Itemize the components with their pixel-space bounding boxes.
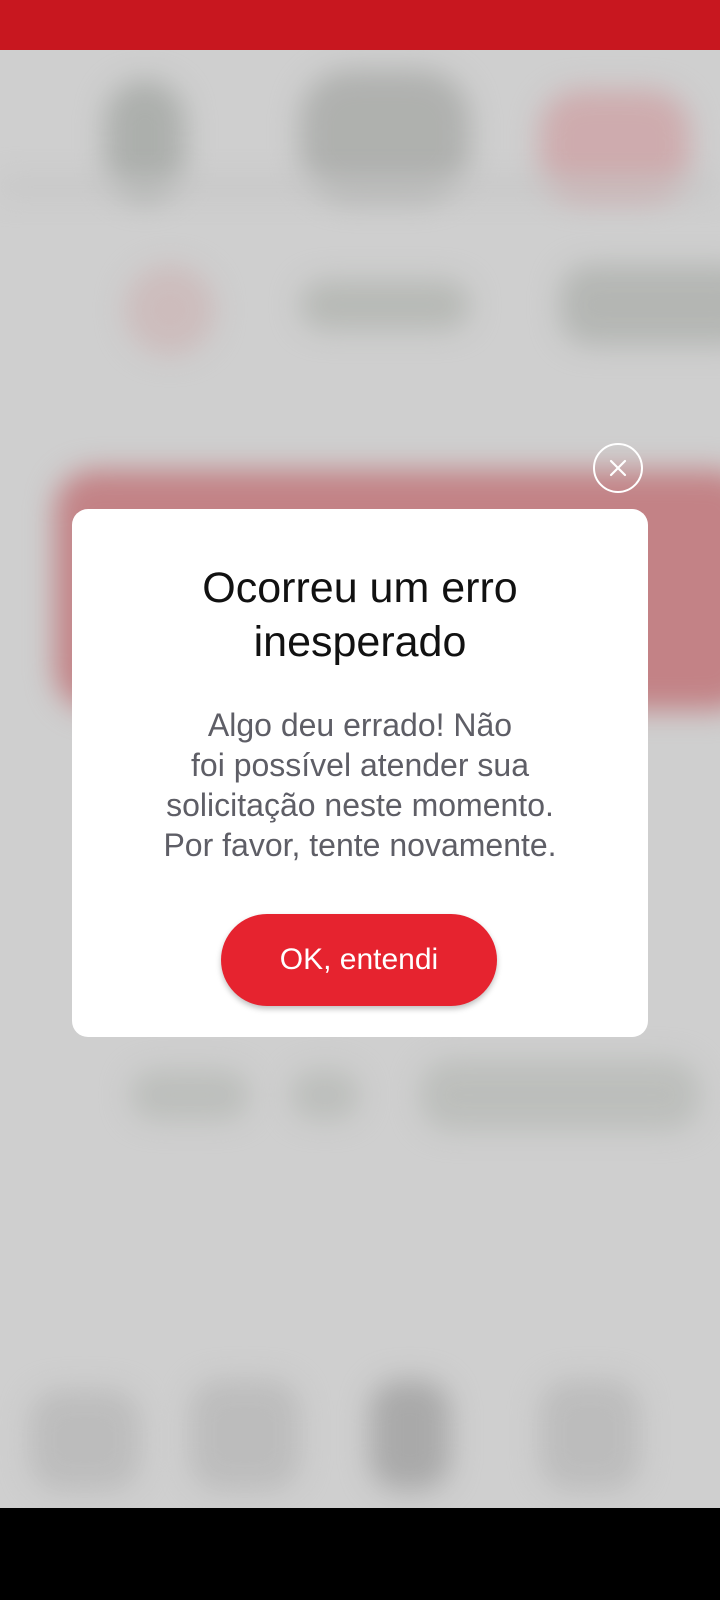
dialog-title-line: inesperado bbox=[253, 618, 467, 666]
dialog-message-line: foi possível atender sua bbox=[191, 747, 529, 783]
dialog-message-line: solicitação neste momento. bbox=[166, 787, 554, 823]
ok-button[interactable]: OK, entendi bbox=[221, 914, 497, 1006]
close-button[interactable] bbox=[593, 443, 643, 493]
dialog-message-line: Algo deu errado! Não bbox=[207, 707, 513, 743]
error-dialog: Ocorreu um erro inesperado Algo deu erra… bbox=[72, 509, 648, 1037]
dialog-message: Algo deu errado! Não foi possível atende… bbox=[132, 705, 588, 865]
dialog-title: Ocorreu um erro inesperado bbox=[112, 561, 608, 669]
dialog-title-line: Ocorreu um erro bbox=[202, 564, 518, 612]
system-navigation-bar bbox=[0, 1508, 720, 1600]
status-bar bbox=[0, 0, 720, 50]
close-icon bbox=[609, 459, 627, 477]
dialog-message-line: Por favor, tente novamente. bbox=[163, 827, 557, 863]
